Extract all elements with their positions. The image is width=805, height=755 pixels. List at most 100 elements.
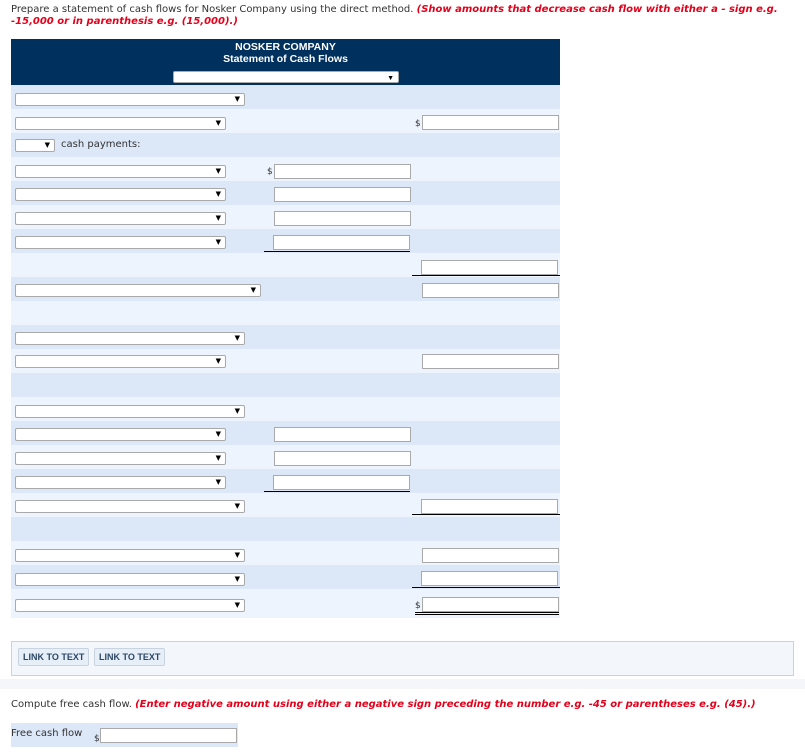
total-amount-input[interactable] bbox=[422, 597, 559, 612]
line-item-select[interactable]: ▼ bbox=[15, 332, 245, 345]
chevron-down-icon: ▼ bbox=[215, 357, 221, 365]
amount-input[interactable] bbox=[422, 354, 559, 369]
free-cash-flow-row: Free cash flow $ bbox=[11, 723, 238, 747]
statement-row: ▼ $ bbox=[11, 157, 560, 181]
chevron-down-icon: ▼ bbox=[215, 430, 221, 438]
free-cash-flow-input[interactable] bbox=[100, 728, 237, 743]
chevron-down-icon: ▼ bbox=[234, 95, 240, 103]
chevron-down-icon: ▼ bbox=[234, 334, 240, 342]
line-item-select[interactable]: ▼ bbox=[15, 236, 226, 249]
amount-input[interactable] bbox=[421, 260, 558, 275]
chevron-down-icon: ▼ bbox=[234, 551, 240, 559]
chevron-down-icon: ▼ bbox=[234, 407, 240, 415]
line-item-select[interactable]: ▼ bbox=[15, 452, 226, 465]
chevron-down-icon: ▼ bbox=[44, 141, 50, 149]
line-item-select[interactable]: ▼ bbox=[15, 405, 245, 418]
period-select[interactable]: ▼ bbox=[173, 71, 399, 83]
subtotal-underline bbox=[264, 251, 410, 252]
statement-row: ▼ bbox=[11, 445, 560, 469]
subtotal-underline bbox=[412, 587, 560, 588]
statement-row: ▼ bbox=[11, 85, 560, 109]
dollar-sign: $ bbox=[415, 119, 421, 129]
line-item-select[interactable]: ▼ bbox=[15, 599, 245, 612]
statement-row: ▼ bbox=[11, 205, 560, 229]
line-item-select[interactable]: ▼ bbox=[15, 428, 226, 441]
statement-row: ▼ bbox=[11, 493, 560, 517]
statement-row: ▼ bbox=[11, 397, 560, 421]
amount-input[interactable] bbox=[274, 187, 411, 202]
total-double-underline bbox=[415, 612, 559, 615]
instructions: Prepare a statement of cash flows for No… bbox=[11, 4, 796, 28]
line-item-select[interactable]: ▼ bbox=[15, 93, 245, 106]
subtotal-underline bbox=[412, 514, 560, 515]
fcf-instruction-text: Compute free cash flow. bbox=[11, 699, 132, 710]
statement-row bbox=[11, 517, 560, 541]
dollar-sign: $ bbox=[415, 601, 421, 611]
statement-row: ▼ bbox=[11, 541, 560, 565]
link-to-text-button[interactable]: LINK TO TEXT bbox=[18, 648, 90, 666]
statement-row bbox=[11, 373, 560, 397]
instruction-text: Prepare a statement of cash flows for No… bbox=[11, 4, 414, 15]
chevron-down-icon: ▼ bbox=[234, 502, 240, 510]
cash-payments-label: cash payments: bbox=[61, 139, 141, 150]
amount-input[interactable] bbox=[274, 211, 411, 226]
dollar-sign: $ bbox=[94, 734, 100, 744]
free-cash-flow-instructions: Compute free cash flow. (Enter negative … bbox=[11, 699, 756, 710]
line-item-select[interactable]: ▼ bbox=[15, 573, 245, 586]
chevron-down-icon: ▼ bbox=[234, 575, 240, 583]
statement-row: ▼ bbox=[11, 349, 560, 373]
line-item-select[interactable]: ▼ bbox=[15, 476, 226, 489]
statement-row: ▼ $ bbox=[11, 589, 560, 618]
chevron-down-icon: ▼ bbox=[215, 214, 221, 222]
cash-flow-statement: NOSKER COMPANY Statement of Cash Flows ▼… bbox=[11, 39, 560, 618]
amount-input[interactable] bbox=[273, 475, 410, 490]
statement-row: ▼ cash payments: bbox=[11, 133, 560, 157]
amount-input[interactable] bbox=[422, 283, 559, 298]
free-cash-flow-label: Free cash flow bbox=[11, 728, 83, 739]
company-name: NOSKER COMPANY bbox=[235, 41, 336, 53]
amount-input[interactable] bbox=[422, 548, 559, 563]
amount-input[interactable] bbox=[274, 164, 411, 179]
less-select[interactable]: ▼ bbox=[15, 139, 55, 152]
section-divider bbox=[0, 679, 805, 689]
link-to-text-button[interactable]: LINK TO TEXT bbox=[94, 648, 166, 666]
chevron-down-icon: ▼ bbox=[215, 190, 221, 198]
chevron-down-icon: ▼ bbox=[215, 454, 221, 462]
chevron-down-icon: ▼ bbox=[215, 238, 221, 246]
statement-row: ▼ bbox=[11, 277, 560, 301]
amount-input[interactable] bbox=[274, 451, 411, 466]
amount-input[interactable] bbox=[421, 571, 558, 586]
statement-row: ▼ bbox=[11, 421, 560, 445]
amount-input[interactable] bbox=[273, 235, 410, 250]
statement-row: ▼ $ bbox=[11, 109, 560, 133]
subtotal-underline bbox=[264, 491, 410, 492]
line-item-select[interactable]: ▼ bbox=[15, 549, 245, 562]
statement-row: ▼ bbox=[11, 325, 560, 349]
chevron-down-icon: ▼ bbox=[215, 478, 221, 486]
statement-row: ▼ bbox=[11, 469, 560, 493]
statement-row bbox=[11, 301, 560, 325]
chevron-down-icon: ▼ bbox=[250, 286, 256, 294]
line-item-select[interactable]: ▼ bbox=[15, 212, 226, 225]
chevron-down-icon: ▼ bbox=[215, 119, 221, 127]
statement-header: NOSKER COMPANY Statement of Cash Flows ▼ bbox=[11, 39, 560, 85]
statement-row: ▼ bbox=[11, 565, 560, 589]
amount-input[interactable] bbox=[274, 427, 411, 442]
line-item-select[interactable]: ▼ bbox=[15, 188, 226, 201]
links-panel: LINK TO TEXT LINK TO TEXT bbox=[11, 641, 794, 676]
line-item-select[interactable]: ▼ bbox=[15, 355, 226, 368]
line-item-select[interactable]: ▼ bbox=[15, 500, 245, 513]
amount-input[interactable] bbox=[422, 115, 559, 130]
statement-row bbox=[11, 253, 560, 277]
chevron-down-icon: ▼ bbox=[234, 601, 240, 609]
line-item-select[interactable]: ▼ bbox=[15, 117, 226, 130]
statement-row: ▼ bbox=[11, 229, 560, 253]
chevron-down-icon: ▼ bbox=[387, 75, 394, 82]
line-item-select[interactable]: ▼ bbox=[15, 284, 261, 297]
line-item-select[interactable]: ▼ bbox=[15, 165, 226, 178]
chevron-down-icon: ▼ bbox=[215, 167, 221, 175]
dollar-sign: $ bbox=[267, 167, 273, 177]
statement-row: ▼ bbox=[11, 181, 560, 205]
statement-title: Statement of Cash Flows bbox=[223, 53, 348, 65]
amount-input[interactable] bbox=[421, 499, 558, 514]
